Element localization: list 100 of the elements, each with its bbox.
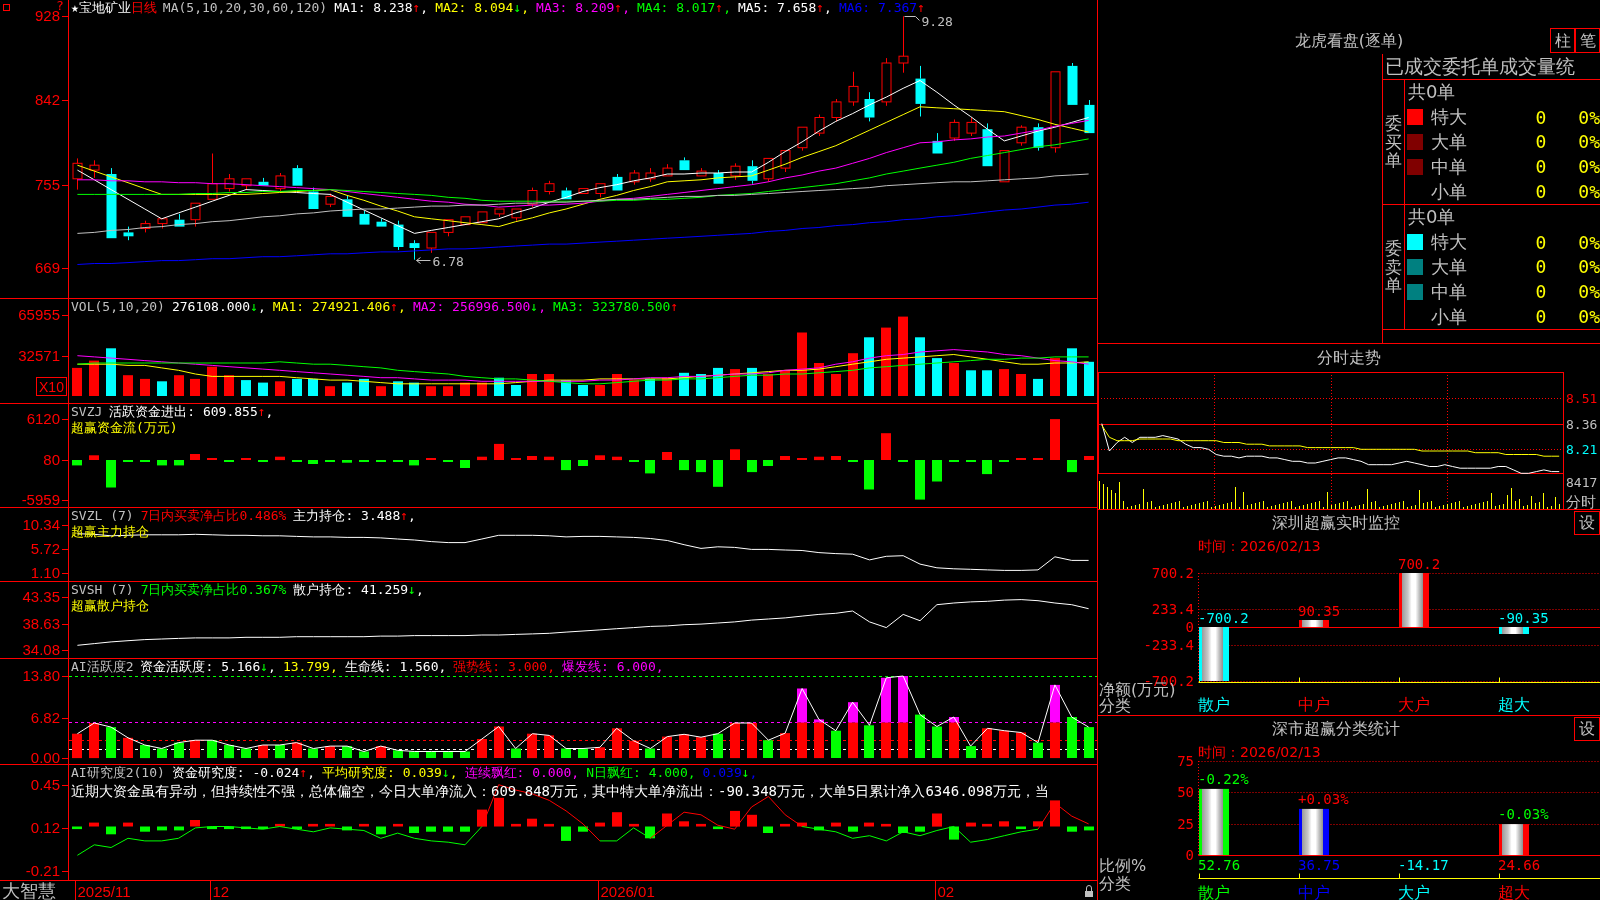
change-label: -0.03% <box>1498 806 1549 823</box>
candlestick <box>932 132 943 154</box>
candlestick <box>224 173 235 192</box>
category-label: 超大 <box>1498 883 1530 900</box>
category-label: 大户 <box>1398 883 1430 900</box>
candlestick <box>89 159 100 179</box>
candlestick <box>898 15 909 74</box>
indicator-legend-item: MA5: 7.658↑, <box>737 0 832 16</box>
change-label: +0.03% <box>1298 790 1349 807</box>
candlestick <box>123 226 134 241</box>
candlestick <box>713 169 724 185</box>
value-label: -700.2 <box>1198 610 1249 626</box>
axis-title: 比例% <box>1099 856 1147 875</box>
candlestick <box>308 187 319 210</box>
indicator-legend-item: N日飘红: 4.000, <box>586 765 696 781</box>
candlestick <box>494 208 505 218</box>
value-label: -90.35 <box>1498 610 1549 626</box>
axis-label: 928 <box>34 7 60 25</box>
order-share: 0% <box>1578 281 1600 303</box>
candlestick <box>275 172 286 192</box>
candlestick <box>864 91 875 122</box>
axis-label: 755 <box>34 175 60 193</box>
order-size-label: 特大 <box>1431 230 1467 255</box>
indicator-legend-item: SVSH (7) <box>71 582 134 598</box>
candlestick <box>578 188 589 194</box>
candlestick <box>629 169 640 186</box>
app-logo-text: 大智慧 <box>2 881 56 900</box>
candlestick <box>949 119 960 142</box>
chart-title: 深市超赢分类统计 <box>1272 718 1400 740</box>
candlestick <box>325 193 336 208</box>
date-label: 12 <box>212 883 230 900</box>
candlestick <box>393 220 404 251</box>
order-count: 0 <box>1535 131 1547 153</box>
price-annotation: 9.28 <box>921 13 953 29</box>
value-label: -14.17 <box>1398 857 1449 873</box>
axis-title: 分类 <box>1099 874 1131 893</box>
indicator-legend-item: 活跃资金进出: 609.855↑, <box>109 404 274 420</box>
category-label: 大户 <box>1398 695 1430 714</box>
candlestick <box>747 159 758 185</box>
axis-label: 50 <box>1177 784 1194 801</box>
candlestick <box>190 202 201 228</box>
candlestick <box>848 71 859 107</box>
indicator-legend-item: 生命线: 1.560, <box>344 659 447 675</box>
category-label: 散户 <box>1198 695 1230 714</box>
settings-button[interactable]: 设 <box>1574 717 1600 741</box>
indicator-legend-item: AI研究度2(10) <box>71 765 165 781</box>
category-label: 中户 <box>1298 883 1330 900</box>
candlestick <box>460 216 471 226</box>
period-label: 日线 <box>130 0 157 16</box>
candlestick <box>1067 62 1078 106</box>
candlestick <box>359 210 370 226</box>
table-title: 已成交委托单成交量统 <box>1385 55 1575 77</box>
indicator-legend-item: 平均研究度: 0.039↓, <box>322 765 458 781</box>
value-label: 700.2 <box>1398 556 1441 572</box>
axis-label: 233.4 <box>1151 601 1194 617</box>
indicator-legend-item: 主力持仓: 3.488↑, <box>293 508 416 524</box>
axis-label: -5959 <box>21 491 60 507</box>
indicator-note: 超赢资金流(万元) <box>71 420 178 436</box>
axis-label: 32571 <box>18 347 60 365</box>
axis-label: 43.35 <box>22 588 60 605</box>
category-label: 散户 <box>1198 883 1230 900</box>
indicator-legend-item: MA2: 256996.500↓, <box>412 299 546 315</box>
candlestick <box>409 239 420 261</box>
category-label: 超大 <box>1498 695 1530 714</box>
candlestick <box>140 220 151 233</box>
candlestick <box>966 117 977 137</box>
axis-label: 10.34 <box>22 515 60 533</box>
axis-label: 75 <box>1177 753 1194 769</box>
order-share: 0% <box>1578 131 1600 153</box>
settings-button[interactable]: 设 <box>1574 511 1600 535</box>
value-label: 90.35 <box>1298 603 1341 619</box>
order-count: 0 <box>1535 231 1547 253</box>
order-size-label: 小单 <box>1431 179 1467 204</box>
order-count: 0 <box>1535 181 1547 203</box>
candlestick <box>831 98 842 122</box>
axis-label: 6.82 <box>30 708 60 726</box>
indicator-legend-item: MA1: 8.238↑, <box>334 0 429 16</box>
indicator-legend-item: 13.799, <box>282 659 338 675</box>
view-toggle-button[interactable]: 笔 <box>1575 28 1600 53</box>
candlestick <box>174 213 185 228</box>
indicator-legend-item: 爆发线: 6.000, <box>562 659 664 675</box>
axis-label: 13.80 <box>22 667 60 684</box>
scale-badge: X10 <box>36 377 67 396</box>
indicator-legend-item: SVZL (7) <box>71 508 134 524</box>
stock-name: ★宝地矿业 <box>71 0 131 16</box>
indicator-legend-item: 0.039↓, <box>702 765 758 781</box>
order-share: 0% <box>1578 256 1600 278</box>
candlestick <box>527 187 538 208</box>
candlestick <box>106 167 117 239</box>
square-icon <box>3 4 10 11</box>
candlestick <box>696 167 707 177</box>
candlestick <box>881 57 892 107</box>
indicator-legend-item: 散户持仓: 41.259↓, <box>293 582 424 598</box>
total-count: 共0单 <box>1408 206 1456 227</box>
order-count: 0 <box>1535 256 1547 278</box>
candlestick <box>662 163 673 177</box>
indicator-legend-item: MA(5,10,20,30,60,120) <box>162 0 328 16</box>
candlestick <box>376 218 387 228</box>
indicator-legend-item: 7日内买卖净占比0.367% <box>140 582 287 598</box>
view-toggle-button[interactable]: 柱 <box>1550 28 1575 53</box>
